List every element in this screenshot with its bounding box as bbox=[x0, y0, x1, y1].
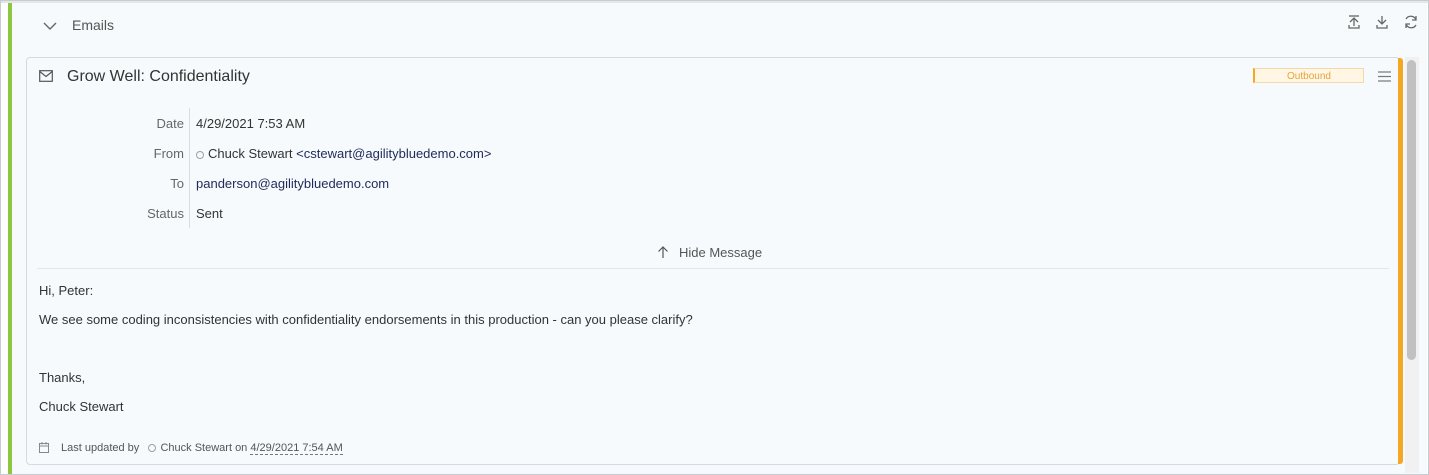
hide-message-label: Hide Message bbox=[679, 245, 763, 260]
footer-prefix: Last updated by bbox=[61, 442, 140, 454]
chevron-down-icon[interactable] bbox=[42, 18, 58, 34]
hide-message-button[interactable]: Hide Message bbox=[657, 245, 762, 260]
from-email-link[interactable]: <cstewart@agilitybluedemo.com> bbox=[296, 146, 491, 161]
section-accent-bar bbox=[8, 3, 12, 474]
avatar-status-dot bbox=[148, 444, 157, 452]
upload-icon[interactable] bbox=[1346, 14, 1362, 30]
email-subject: Grow Well: Confidentiality bbox=[67, 68, 250, 85]
footer-date[interactable]: 4/29/2021 7:54 AM bbox=[250, 442, 343, 455]
footer-user: Chuck Stewart bbox=[160, 442, 232, 454]
last-updated-footer: Last updated by Chuck Stewart on 4/29/20… bbox=[39, 442, 343, 455]
refresh-icon[interactable] bbox=[1403, 14, 1419, 30]
date-label: Date bbox=[156, 116, 184, 131]
section-title: Emails bbox=[72, 17, 115, 33]
scrollbar-thumb[interactable] bbox=[1407, 60, 1416, 360]
body-greeting: Hi, Peter: bbox=[39, 283, 94, 298]
footer-on: on bbox=[235, 442, 248, 454]
meta-divider bbox=[189, 108, 190, 228]
from-value: Chuck Stewart <cstewart@agilitybluedemo.… bbox=[196, 146, 491, 161]
body-line: We see some coding inconsistencies with … bbox=[39, 312, 693, 327]
menu-icon[interactable] bbox=[1378, 71, 1391, 82]
status-label: Status bbox=[147, 206, 184, 221]
body-signature: Chuck Stewart bbox=[39, 399, 124, 414]
email-card-accent bbox=[1398, 58, 1403, 464]
calendar-icon bbox=[39, 442, 49, 453]
download-icon[interactable] bbox=[1374, 14, 1390, 30]
body-divider bbox=[37, 268, 1389, 269]
section-header bbox=[12, 3, 1427, 49]
arrow-up-icon bbox=[658, 246, 668, 258]
from-name: Chuck Stewart bbox=[208, 146, 293, 161]
avatar-status-dot bbox=[196, 151, 204, 159]
from-label: From bbox=[153, 146, 184, 161]
date-value: 4/29/2021 7:53 AM bbox=[196, 116, 306, 131]
mail-icon bbox=[39, 70, 53, 82]
status-value: Sent bbox=[196, 206, 223, 221]
status-badge: Outbound bbox=[1253, 68, 1364, 83]
to-email-link[interactable]: panderson@agilitybluedemo.com bbox=[196, 176, 389, 191]
to-label: To bbox=[170, 176, 184, 191]
body-closing: Thanks, bbox=[39, 370, 86, 385]
